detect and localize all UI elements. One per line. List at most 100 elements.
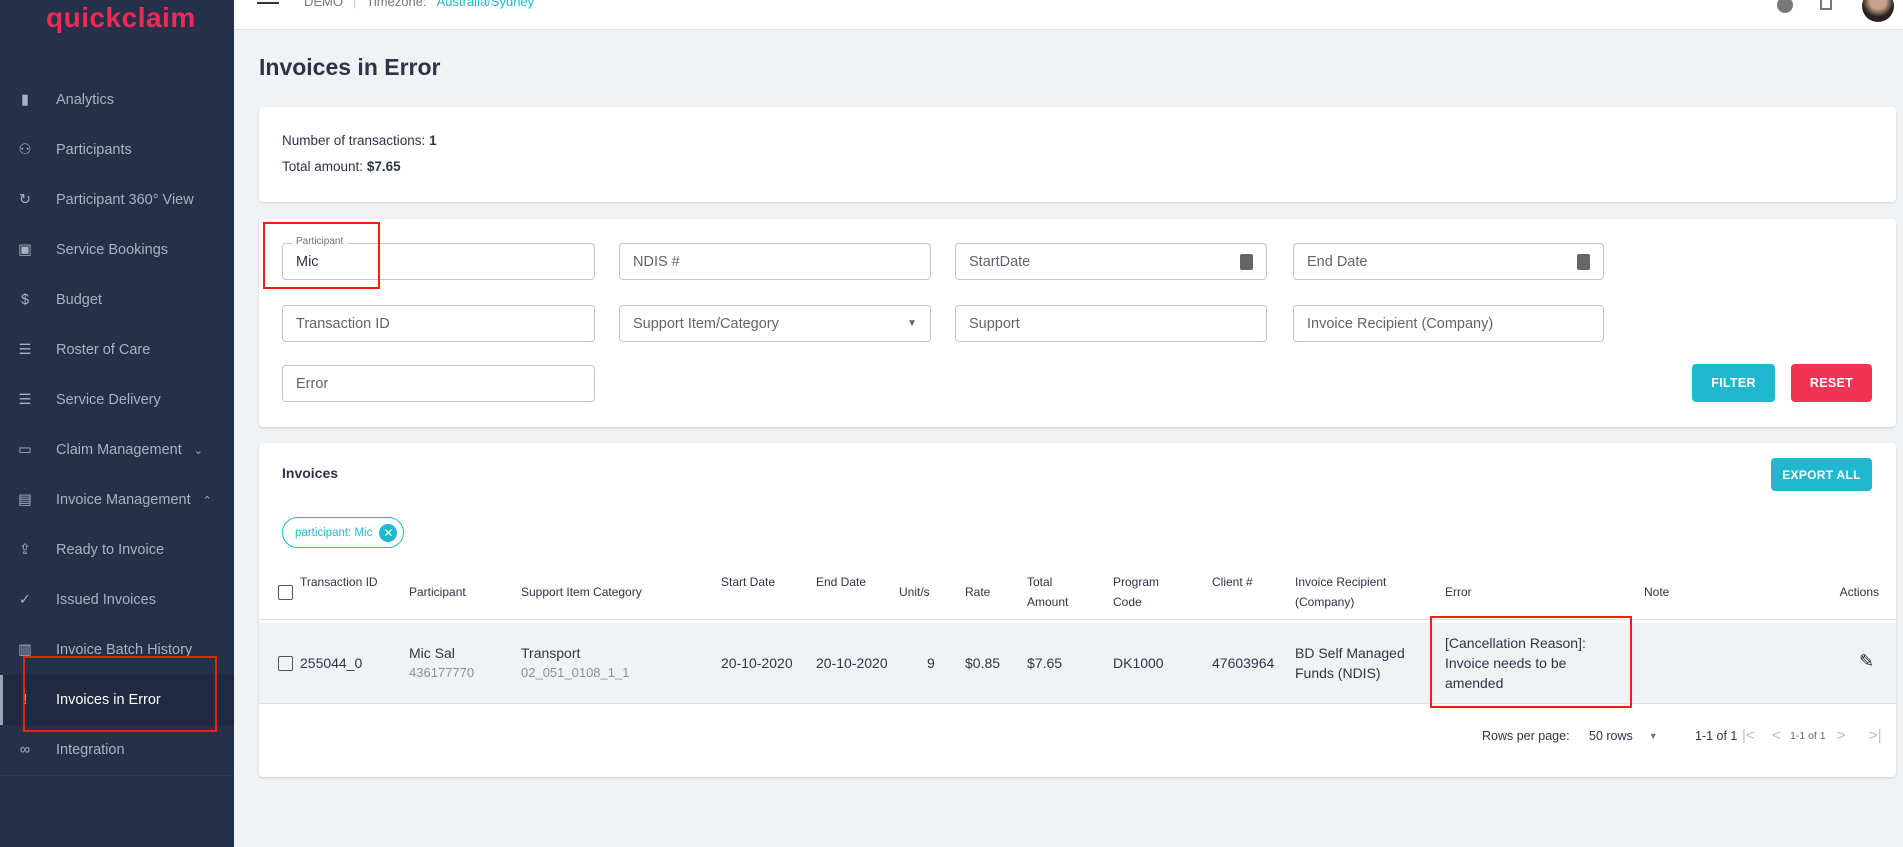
column-header[interactable]: Note xyxy=(1644,582,1704,602)
calendar-icon[interactable] xyxy=(1577,253,1590,270)
last-page-icon[interactable]: >| xyxy=(1869,727,1882,744)
sidebar-item-roster-of-care[interactable]: ☰ Roster of Care xyxy=(0,325,234,375)
support-placeholder: Support xyxy=(969,315,1020,332)
select-all-checkbox[interactable] xyxy=(278,585,293,600)
filter-button[interactable]: FILTER xyxy=(1692,364,1775,402)
invoice-recipient-placeholder: Invoice Recipient (Company) xyxy=(1307,315,1494,332)
document-icon: ▤ xyxy=(18,492,32,508)
sidebar-item-ready-to-invoice[interactable]: ⇪ Ready to Invoice xyxy=(0,525,234,575)
column-header[interactable]: Start Date xyxy=(721,572,781,592)
start-date-input[interactable]: StartDate xyxy=(955,243,1267,280)
help-icon[interactable] xyxy=(1777,0,1793,13)
dollar-icon: $ xyxy=(20,292,30,308)
analytics-icon: ▮ xyxy=(21,92,29,108)
column-header[interactable]: Actions xyxy=(1824,582,1879,602)
column-header[interactable]: End Date xyxy=(816,572,876,592)
invoice-recipient-input[interactable]: Invoice Recipient (Company) xyxy=(1293,305,1604,342)
end-date-placeholder: End Date xyxy=(1307,253,1368,270)
column-header[interactable]: Invoice Recipient (Company) xyxy=(1295,572,1415,612)
cell-rate: $0.85 xyxy=(965,655,1001,671)
error-input[interactable]: Error xyxy=(282,365,595,402)
end-date-input[interactable]: End Date xyxy=(1293,243,1604,280)
sidebar-item-service-delivery[interactable]: ☰ Service Delivery xyxy=(0,375,234,425)
ndis-input[interactable]: NDIS # xyxy=(619,243,931,280)
highlight-error-cell xyxy=(1430,616,1632,708)
column-header[interactable]: Error xyxy=(1445,582,1545,602)
column-header[interactable]: Total Amount xyxy=(1027,572,1087,612)
support-input[interactable]: Support xyxy=(955,305,1267,342)
ndis-placeholder: NDIS # xyxy=(633,253,680,270)
sidebar-item-participants[interactable]: ⚇ Participants xyxy=(0,125,234,175)
transactions-count: 1 xyxy=(429,133,437,148)
menu-icon[interactable] xyxy=(257,2,279,4)
row-checkbox[interactable] xyxy=(278,656,293,671)
export-all-button[interactable]: EXPORT ALL xyxy=(1771,458,1872,491)
cell-total: $7.65 xyxy=(1027,655,1063,671)
column-header[interactable]: Rate xyxy=(965,582,1015,602)
reset-button[interactable]: RESET xyxy=(1791,364,1872,402)
calendar-icon[interactable] xyxy=(1240,253,1253,270)
sidebar-item-claim-management[interactable]: ▭ Claim Management ⌄ xyxy=(0,425,234,475)
total-amount-label: Total amount: xyxy=(282,159,364,174)
support-item-select[interactable]: Support Item/Category ▼ xyxy=(619,305,931,342)
cell-recipient: BD Self Managed Funds (NDIS) xyxy=(1295,645,1405,681)
support-item-placeholder: Support Item/Category xyxy=(633,315,779,332)
sidebar-item-label: Service Bookings xyxy=(56,242,169,258)
sidebar-item-integration[interactable]: ∞ Integration xyxy=(0,725,234,775)
first-page-icon[interactable]: |< xyxy=(1742,727,1755,744)
rows-per-page-value: 50 rows xyxy=(1589,729,1633,743)
participants-icon: ⚇ xyxy=(18,142,32,158)
360-view-icon: ↻ xyxy=(18,192,32,208)
total-amount: $7.65 xyxy=(366,159,401,174)
chip-remove-icon[interactable]: ✕ xyxy=(379,523,398,542)
cell-units: 9 xyxy=(927,655,935,671)
column-header[interactable]: Support Item Category xyxy=(521,582,701,602)
sidebar-item-label: Ready to Invoice xyxy=(56,542,165,558)
money-icon: ▭ xyxy=(18,442,32,458)
top-bar: DEMO | Timezone: Australia/Sydney xyxy=(234,0,1903,30)
chevron-down-icon[interactable]: ⌄ xyxy=(194,444,203,457)
link-icon: ∞ xyxy=(19,742,31,758)
filter-chip: participant: Mic ✕ xyxy=(282,517,405,548)
rows-per-page-label: Rows per page: xyxy=(1482,729,1570,743)
sidebar-item-issued-invoices[interactable]: ✓ Issued Invoices xyxy=(0,575,234,625)
error-placeholder: Error xyxy=(296,375,329,392)
bell-icon[interactable] xyxy=(1820,0,1832,10)
file-upload-icon: ⇪ xyxy=(18,542,32,558)
prev-page-icon[interactable]: < xyxy=(1772,727,1781,744)
table-row[interactable]: 255044_0 Mic Sal 436177770 Transport 02_05… xyxy=(259,623,1896,704)
sidebar-item-analytics[interactable]: ▮ Analytics xyxy=(0,75,234,125)
sidebar-item-label: Participants xyxy=(56,142,132,158)
timezone-label: Timezone: xyxy=(366,0,427,9)
rows-per-page-select[interactable]: 50 rows ▼ xyxy=(1589,729,1658,743)
calendar-check-icon: ▣ xyxy=(18,242,32,258)
column-header[interactable]: Unit/s xyxy=(899,582,959,602)
cell-client: 47603964 xyxy=(1212,655,1275,671)
cell-support-code: 02_051_0108_1_1 xyxy=(521,665,630,680)
next-page-icon[interactable]: > xyxy=(1837,727,1846,744)
page-range: 1-1 of 1 xyxy=(1695,729,1738,743)
sidebar-item-invoice-management[interactable]: ▤ Invoice Management ⌃ xyxy=(0,475,234,525)
sidebar-item-label: Budget xyxy=(56,292,102,308)
transaction-id-placeholder: Transaction ID xyxy=(296,315,390,332)
sidebar-item-label: Participant 360° View xyxy=(56,192,194,208)
table-header: Transaction ID Participant Support Item Ca… xyxy=(259,564,1896,620)
column-header[interactable]: Participant xyxy=(409,582,499,602)
cell-program-code: DK1000 xyxy=(1113,655,1164,671)
invoices-card: Invoices EXPORT ALL participant: Mic ✕ T… xyxy=(259,443,1896,777)
transactions-label: Number of transactions: xyxy=(282,133,426,148)
cell-transaction-id: 255044_0 xyxy=(300,655,363,671)
column-header[interactable]: Program Code xyxy=(1113,572,1183,612)
start-date-placeholder: StartDate xyxy=(969,253,1031,270)
transaction-id-input[interactable]: Transaction ID xyxy=(282,305,595,342)
column-header[interactable]: Transaction ID xyxy=(300,572,390,592)
chevron-up-icon[interactable]: ⌃ xyxy=(203,494,212,507)
sidebar-item-participant-360-view[interactable]: ↻ Participant 360° View xyxy=(0,175,234,225)
sidebar-item-label: Issued Invoices xyxy=(56,592,156,608)
avatar[interactable] xyxy=(1862,0,1894,22)
sidebar-item-budget[interactable]: $ Budget xyxy=(0,275,234,325)
edit-icon[interactable]: ✎ xyxy=(1859,651,1874,672)
column-header[interactable]: Client # xyxy=(1212,572,1262,592)
sidebar-item-service-bookings[interactable]: ▣ Service Bookings xyxy=(0,225,234,275)
divider: | xyxy=(353,0,357,9)
